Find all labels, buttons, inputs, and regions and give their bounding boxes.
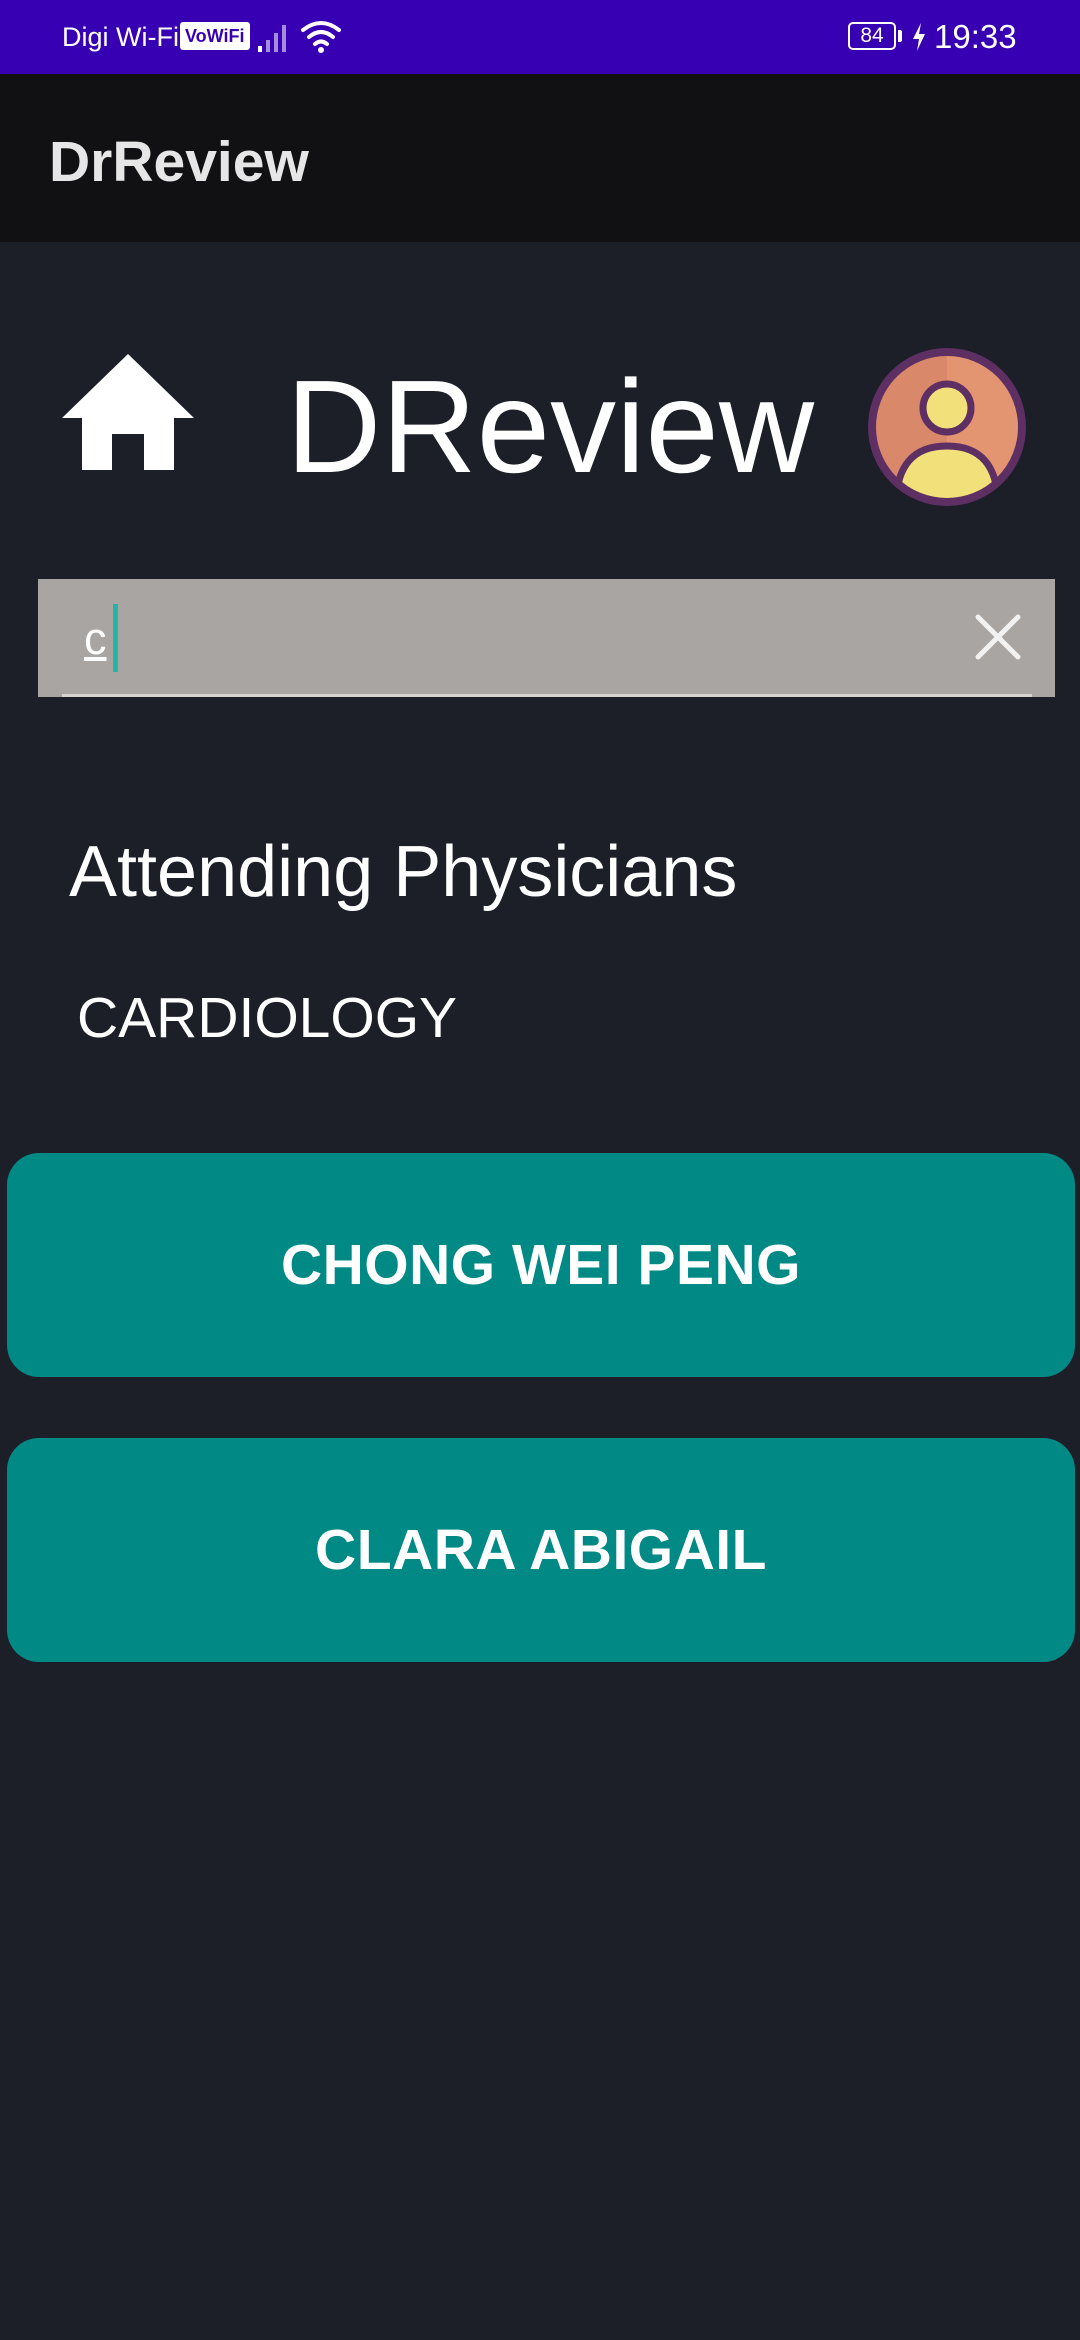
avatar-icon[interactable] bbox=[866, 346, 1028, 508]
battery-tip bbox=[898, 30, 902, 42]
signal-icon bbox=[258, 25, 286, 52]
charging-icon bbox=[913, 23, 925, 51]
home-icon[interactable] bbox=[58, 350, 198, 474]
status-bar: Digi Wi-Fi VoWiFi 84 19:33 bbox=[0, 0, 1080, 74]
physician-button[interactable]: CHONG WEI PENG bbox=[7, 1153, 1075, 1377]
brand-title: DReview bbox=[286, 353, 815, 500]
text-cursor bbox=[113, 604, 118, 672]
carrier-label: Digi Wi-Fi bbox=[62, 22, 179, 52]
section-title: Attending Physicians bbox=[69, 832, 738, 912]
battery-icon: 84 bbox=[848, 22, 896, 50]
screen: Digi Wi-Fi VoWiFi 84 19:33 DrReview DRev… bbox=[0, 0, 1080, 2340]
search-box bbox=[38, 579, 1055, 697]
clock: 19:33 bbox=[934, 18, 1017, 55]
wifi-icon bbox=[301, 21, 341, 53]
search-input[interactable] bbox=[84, 609, 864, 669]
close-icon[interactable] bbox=[970, 609, 1026, 665]
physician-button[interactable]: CLARA ABIGAIL bbox=[7, 1438, 1075, 1662]
search-underline bbox=[62, 694, 1032, 697]
vowifi-badge: VoWiFi bbox=[180, 22, 250, 50]
department-label: CARDIOLOGY bbox=[77, 986, 458, 1050]
app-title: DrReview bbox=[49, 130, 309, 194]
app-bar: DrReview bbox=[0, 74, 1080, 242]
